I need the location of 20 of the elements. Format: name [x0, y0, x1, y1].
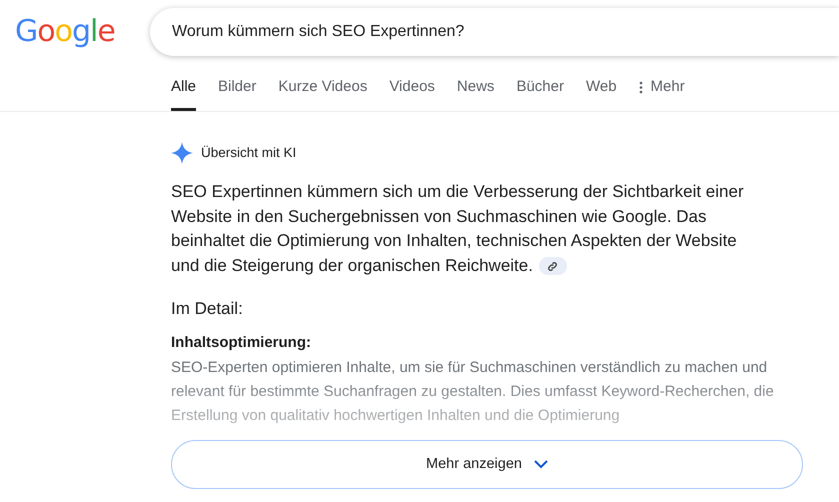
- chevron-down-icon: [534, 460, 548, 469]
- google-logo[interactable]: Google: [0, 9, 150, 54]
- search-field[interactable]: Worum kümmern sich SEO Expertinnen?: [150, 8, 839, 56]
- tab[interactable]: Kurze Videos: [278, 67, 368, 111]
- tab[interactable]: News: [456, 67, 494, 111]
- summary-text: SEO Expertinnen kümmern sich um die Verbesserung der Sichtbarkeit einer Website in den Suchergebnissen von Suchmaschinen wie Google. Das beinhaltet die Optimierung von Inhalten, technischen Aspekten der Website und die Steigerung der organischen Reichweite.: [171, 181, 745, 278]
- tab[interactable]: Bücher: [516, 67, 564, 111]
- overview-title: Übersicht mit KI: [201, 144, 296, 162]
- tab[interactable]: Mehr: [638, 67, 685, 111]
- section-text: SEO-Experten optimieren Inhalte, um sie für Suchmaschinen verständlich zu machen und relevant für bestimmte Suchanfragen zu gestalten. Dies umfasst Keyword-Recherchen, die Erstellung von qualitativ hochwertigen Inhalten und die Optimierung: [171, 358, 775, 426]
- detail-heading: Im Detail:: [171, 298, 244, 320]
- more-icon: [638, 81, 643, 94]
- sparkle-icon: [171, 142, 193, 164]
- tab[interactable]: Alle: [171, 67, 196, 111]
- tab[interactable]: Bilder: [218, 67, 256, 111]
- show-more-button[interactable]: Mehr anzeigen: [171, 440, 803, 489]
- tab[interactable]: Videos: [389, 67, 435, 111]
- link-icon[interactable]: [538, 257, 567, 276]
- section-heading: Inhaltsoptimierung:: [171, 332, 312, 352]
- tab[interactable]: Web: [586, 67, 617, 111]
